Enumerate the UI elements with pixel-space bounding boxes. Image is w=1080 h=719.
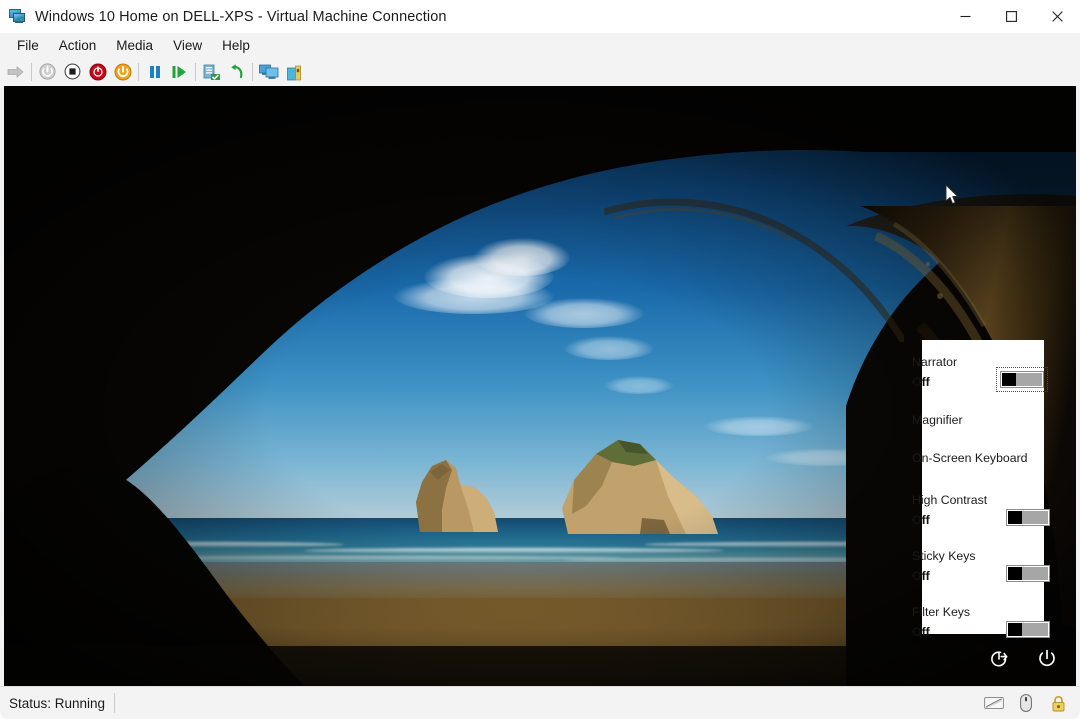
- maximize-button[interactable]: [988, 0, 1034, 33]
- filter-keys-toggle[interactable]: [1006, 621, 1050, 638]
- cave-arch-rim: [604, 198, 904, 342]
- toolbar-separator: [138, 62, 139, 81]
- title-bar: Windows 10 Home on DELL-XPS - Virtual Ma…: [0, 0, 1080, 33]
- checkpoint-icon[interactable]: [199, 60, 224, 84]
- save-state-icon[interactable]: [110, 60, 135, 84]
- minimize-button[interactable]: [942, 0, 988, 33]
- high-contrast-state: Off: [912, 513, 930, 527]
- ease-option-high-contrast[interactable]: High Contrast Off: [912, 492, 1050, 548]
- toolbar: [0, 58, 1080, 85]
- login-screen-buttons: [986, 646, 1060, 672]
- magnifier-label: Magnifier: [912, 413, 963, 427]
- menu-bar: File Action Media View Help: [0, 33, 1080, 58]
- virtual-machine-connection-window: Windows 10 Home on DELL-XPS - Virtual Ma…: [0, 0, 1080, 719]
- revert-icon[interactable]: [224, 60, 249, 84]
- narrator-label: Narrator: [912, 355, 958, 369]
- menu-item-media[interactable]: Media: [106, 35, 163, 56]
- toolbar-separator: [31, 62, 32, 81]
- ease-option-on-screen-keyboard[interactable]: On-Screen Keyboard: [912, 450, 1044, 492]
- high-contrast-label: High Contrast: [912, 493, 988, 507]
- close-button[interactable]: [1034, 0, 1080, 33]
- high-contrast-toggle[interactable]: [1006, 509, 1050, 526]
- window-controls: [942, 0, 1080, 33]
- menu-item-file[interactable]: File: [7, 35, 49, 56]
- resume-icon[interactable]: [167, 60, 192, 84]
- menu-item-view[interactable]: View: [163, 35, 212, 56]
- status-bar: Status: Running: [0, 686, 1080, 719]
- ctrl-alt-delete-icon[interactable]: [3, 60, 28, 84]
- filter-keys-state: Off: [912, 625, 930, 639]
- clipboard-lock-icon[interactable]: [1048, 693, 1068, 713]
- ease-option-narrator[interactable]: Narrator Off: [912, 354, 1048, 412]
- sticky-keys-state: Off: [912, 569, 930, 583]
- pause-icon[interactable]: [142, 60, 167, 84]
- turn-off-icon[interactable]: [60, 60, 85, 84]
- menu-item-help[interactable]: Help: [212, 35, 260, 56]
- network-icon[interactable]: [984, 693, 1004, 713]
- sticky-keys-toggle[interactable]: [1006, 565, 1050, 582]
- shut-down-icon[interactable]: [85, 60, 110, 84]
- share-icon[interactable]: [281, 60, 306, 84]
- status-bar-icons: [984, 693, 1068, 713]
- sticky-keys-label: Sticky Keys: [912, 549, 976, 563]
- vm-display[interactable]: Narrator Off Magnifier On-Screen Keyboar…: [4, 86, 1076, 686]
- virtual-machine-connection-icon: [9, 9, 26, 24]
- ease-option-magnifier[interactable]: Magnifier: [912, 412, 1044, 450]
- ease-of-access-flyout: Narrator Off Magnifier On-Screen Keyboar…: [912, 340, 1050, 639]
- status-text: Status: Running: [9, 695, 106, 711]
- ease-option-sticky-keys[interactable]: Sticky Keys Off: [912, 548, 1050, 604]
- mouse-capture-icon[interactable]: [1016, 693, 1036, 713]
- narrator-toggle[interactable]: [996, 367, 1048, 392]
- ease-of-access-button[interactable]: [986, 646, 1012, 672]
- on-screen-keyboard-label: On-Screen Keyboard: [912, 451, 1028, 465]
- filter-keys-label: Filter Keys: [912, 605, 971, 619]
- power-button[interactable]: [1034, 646, 1060, 672]
- toolbar-separator: [195, 62, 196, 81]
- menu-item-action[interactable]: Action: [49, 35, 107, 56]
- narrator-state: Off: [912, 375, 930, 389]
- start-icon[interactable]: [35, 60, 60, 84]
- toolbar-separator: [252, 62, 253, 81]
- window-title: Windows 10 Home on DELL-XPS - Virtual Ma…: [35, 8, 447, 25]
- status-separator: [114, 693, 116, 713]
- enhanced-session-icon[interactable]: [256, 60, 281, 84]
